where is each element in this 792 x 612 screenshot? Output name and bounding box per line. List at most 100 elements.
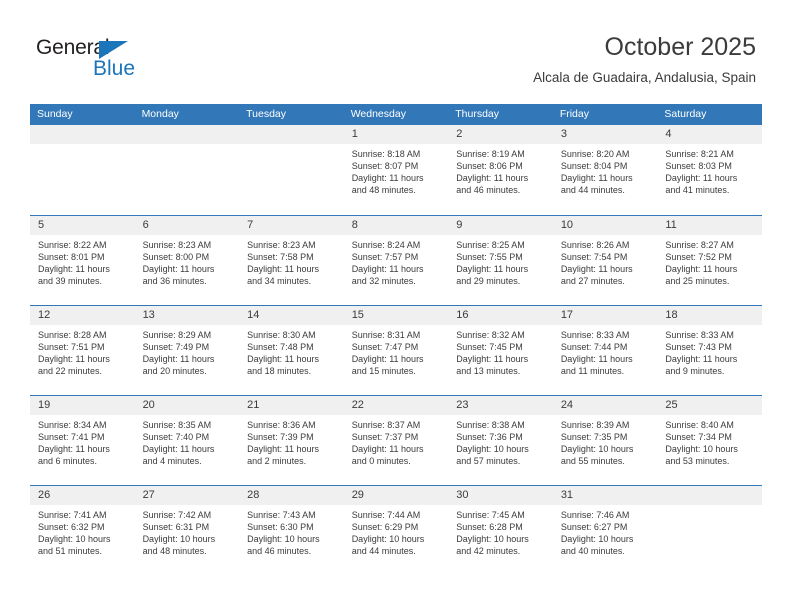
day-details: Sunrise: 8:29 AM Sunset: 7:49 PM Daylight:… (135, 325, 240, 377)
calendar-day-cell[interactable]: 6 Sunrise: 8:23 AM Sunset: 8:00 PM Daylight… (134, 214, 240, 305)
day-number: 14 (239, 305, 344, 325)
calendar-day-cell[interactable]: 28 Sunrise: 7:43 AM Sunset: 6:30 PM Dayligh… (239, 484, 344, 575)
page-header: General Blue October 2025 Alcala de Guad… (0, 0, 792, 100)
day-details: Sunrise: 8:36 AM Sunset: 7:39 PM Daylight:… (239, 415, 344, 467)
sunrise-text: Sunrise: 8:21 AM (665, 149, 734, 159)
sunset-text: Sunset: 7:45 PM (456, 341, 523, 352)
day-details: Sunrise: 8:18 AM Sunset: 8:07 PM Daylight:… (344, 144, 449, 196)
calendar-day-cell[interactable]: 21 Sunrise: 8:36 AM Sunset: 7:39 PM Dayligh… (239, 394, 344, 485)
calendar-day-cell[interactable]: 27 Sunrise: 7:42 AM Sunset: 6:31 PM Dayligh… (134, 484, 240, 575)
daylight-text-line1: Daylight: 11 hours (247, 353, 319, 364)
daylight-text-line2: and 6 minutes. (38, 455, 98, 466)
sunrise-text: Sunrise: 8:27 AM (665, 239, 734, 250)
day-details: Sunrise: 7:42 AM Sunset: 6:31 PM Daylight:… (135, 505, 240, 557)
day-details: Sunrise: 7:46 AM Sunset: 6:27 PM Daylight:… (553, 505, 658, 557)
sunrise-text: Sunrise: 8:36 AM (247, 419, 316, 430)
calendar-day-cell[interactable]: 26 Sunrise: 7:41 AM Sunset: 6:32 PM Dayligh… (30, 484, 135, 575)
sunset-text: Sunset: 7:41 PM (38, 431, 105, 442)
calendar-week-row: 5 Sunrise: 8:22 AM Sunset: 8:01 PM Daylight… (30, 214, 762, 305)
day-number: 17 (552, 305, 658, 325)
sunrise-text: Sunrise: 8:37 AM (351, 419, 421, 430)
sunset-text: Sunset: 6:28 PM (456, 521, 523, 532)
daylight-text-line1: Daylight: 11 hours (456, 353, 529, 364)
calendar-header-row: Sunday Monday Tuesday Wednesday Thursday… (30, 104, 762, 125)
calendar-day-cell[interactable]: 11 Sunrise: 8:27 AM Sunset: 7:52 PM Dayligh… (657, 214, 762, 305)
day-details: Sunrise: 8:33 AM Sunset: 7:44 PM Daylight:… (553, 325, 658, 377)
sunrise-text: Sunrise: 8:19 AM (456, 149, 525, 159)
calendar-day-cell[interactable]: 29 Sunrise: 7:44 AM Sunset: 6:29 PM Dayligh… (343, 484, 449, 575)
calendar-day-cell[interactable]: 31 Sunrise: 7:46 AM Sunset: 6:27 PM Dayligh… (552, 484, 658, 575)
daylight-text-line1: Daylight: 10 hours (456, 443, 529, 454)
daylight-text-line2: and 36 minutes. (142, 275, 207, 286)
daylight-text-line1: Daylight: 11 hours (38, 353, 110, 364)
calendar-day-cell[interactable]: 3 Sunrise: 8:20 AM Sunset: 8:04 PM Daylight… (552, 125, 658, 215)
calendar-day-cell[interactable]: 20 Sunrise: 8:35 AM Sunset: 7:40 PM Dayligh… (134, 394, 240, 485)
sunset-text: Sunset: 8:01 PM (38, 251, 105, 262)
daylight-text-line1: Daylight: 11 hours (38, 443, 110, 454)
day-number: 2 (448, 125, 553, 144)
sunset-text: Sunset: 6:31 PM (142, 521, 210, 532)
daylight-text-line1: Daylight: 11 hours (665, 353, 738, 364)
sunrise-text: Sunrise: 8:23 AM (247, 239, 316, 250)
daylight-text-line1: Daylight: 11 hours (142, 353, 215, 364)
calendar-day-cell[interactable]: 4 Sunrise: 8:21 AM Sunset: 8:03 PM Daylight… (657, 125, 762, 215)
day-number: 16 (448, 305, 553, 325)
calendar-day-cell[interactable]: 18 Sunrise: 8:33 AM Sunset: 7:43 PM Dayligh… (657, 304, 762, 395)
calendar-day-cell-empty (657, 484, 762, 575)
calendar-day-cell[interactable]: 1 Sunrise: 8:18 AM Sunset: 8:07 PM Daylight… (343, 125, 449, 215)
calendar-day-cell-empty (134, 125, 240, 215)
sunset-text: Sunset: 6:32 PM (38, 521, 105, 532)
calendar-day-cell[interactable]: 22 Sunrise: 8:37 AM Sunset: 7:37 PM Dayligh… (343, 394, 449, 485)
general-blue-logo[interactable]: General Blue (36, 36, 166, 84)
daylight-text-line2: and 57 minutes. (456, 455, 521, 466)
calendar-day-cell[interactable]: 16 Sunrise: 8:32 AM Sunset: 7:45 PM Dayligh… (448, 304, 553, 395)
daylight-text-line2: and 22 minutes. (38, 365, 103, 376)
calendar-day-cell[interactable]: 8 Sunrise: 8:24 AM Sunset: 7:57 PM Daylight… (343, 214, 449, 305)
calendar-day-cell[interactable]: 19 Sunrise: 8:34 AM Sunset: 7:41 PM Dayligh… (30, 394, 135, 485)
day-number: 8 (343, 215, 449, 235)
sunset-text: Sunset: 7:58 PM (247, 251, 314, 262)
calendar-day-cell[interactable]: 17 Sunrise: 8:33 AM Sunset: 7:44 PM Dayligh… (552, 304, 658, 395)
title-block: October 2025 Alcala de Guadaira, Andalus… (533, 32, 756, 86)
daylight-text-line2: and 34 minutes. (247, 275, 312, 286)
calendar-day-cell[interactable]: 10 Sunrise: 8:26 AM Sunset: 7:54 PM Dayligh… (552, 214, 658, 305)
daylight-text-line1: Daylight: 11 hours (142, 263, 215, 274)
day-number: 21 (239, 395, 344, 415)
day-number: 27 (134, 485, 240, 505)
day-number: 24 (552, 395, 658, 415)
weekday-header-saturday: Saturday (657, 104, 762, 125)
sunrise-text: Sunrise: 8:28 AM (38, 329, 107, 340)
calendar-day-cell[interactable]: 24 Sunrise: 8:39 AM Sunset: 7:35 PM Dayligh… (552, 394, 658, 485)
day-number: 5 (30, 215, 135, 235)
day-details: Sunrise: 8:35 AM Sunset: 7:40 PM Daylight:… (135, 415, 240, 467)
calendar-day-cell[interactable]: 30 Sunrise: 7:45 AM Sunset: 6:28 PM Dayligh… (448, 484, 553, 575)
calendar-day-cell[interactable]: 7 Sunrise: 8:23 AM Sunset: 7:58 PM Daylight… (239, 214, 344, 305)
daylight-text-line2: and 48 minutes. (142, 545, 207, 556)
sunrise-text: Sunrise: 8:33 AM (560, 329, 630, 340)
daylight-text-line1: Daylight: 10 hours (560, 533, 634, 544)
weekday-header-monday: Monday (134, 104, 240, 125)
calendar-day-cell[interactable]: 15 Sunrise: 8:31 AM Sunset: 7:47 PM Dayligh… (343, 304, 449, 395)
daylight-text-line1: Daylight: 11 hours (456, 173, 529, 184)
day-details: Sunrise: 8:40 AM Sunset: 7:34 PM Daylight:… (657, 415, 762, 467)
daylight-text-line2: and 13 minutes. (456, 365, 521, 376)
calendar-day-cell[interactable]: 25 Sunrise: 8:40 AM Sunset: 7:34 PM Dayligh… (657, 394, 762, 485)
calendar-day-cell[interactable]: 2 Sunrise: 8:19 AM Sunset: 8:06 PM Daylight… (448, 125, 553, 215)
day-details: Sunrise: 8:39 AM Sunset: 7:35 PM Daylight:… (553, 415, 658, 467)
daylight-text-line2: and 46 minutes. (456, 185, 521, 196)
calendar-day-cell[interactable]: 5 Sunrise: 8:22 AM Sunset: 8:01 PM Daylight… (30, 214, 135, 305)
sunrise-text: Sunrise: 8:22 AM (38, 239, 107, 250)
calendar-day-cell[interactable]: 12 Sunrise: 8:28 AM Sunset: 7:51 PM Dayligh… (30, 304, 135, 395)
calendar-day-cell[interactable]: 14 Sunrise: 8:30 AM Sunset: 7:48 PM Dayligh… (239, 304, 344, 395)
calendar-day-cell[interactable]: 23 Sunrise: 8:38 AM Sunset: 7:36 PM Dayligh… (448, 394, 553, 485)
daylight-text-line1: Daylight: 11 hours (351, 173, 424, 184)
day-details: Sunrise: 8:22 AM Sunset: 8:01 PM Daylight:… (30, 235, 135, 287)
logo-text-blue: Blue (93, 57, 136, 80)
sunset-text: Sunset: 7:37 PM (351, 431, 419, 442)
day-number: 10 (552, 215, 658, 235)
weekday-header-thursday: Thursday (448, 104, 553, 125)
sunrise-text: Sunrise: 8:35 AM (142, 419, 212, 430)
calendar-day-cell[interactable]: 13 Sunrise: 8:29 AM Sunset: 7:49 PM Dayligh… (134, 304, 240, 395)
calendar-day-cell[interactable]: 9 Sunrise: 8:25 AM Sunset: 7:55 PM Daylight… (448, 214, 553, 305)
day-number: 4 (657, 125, 762, 144)
